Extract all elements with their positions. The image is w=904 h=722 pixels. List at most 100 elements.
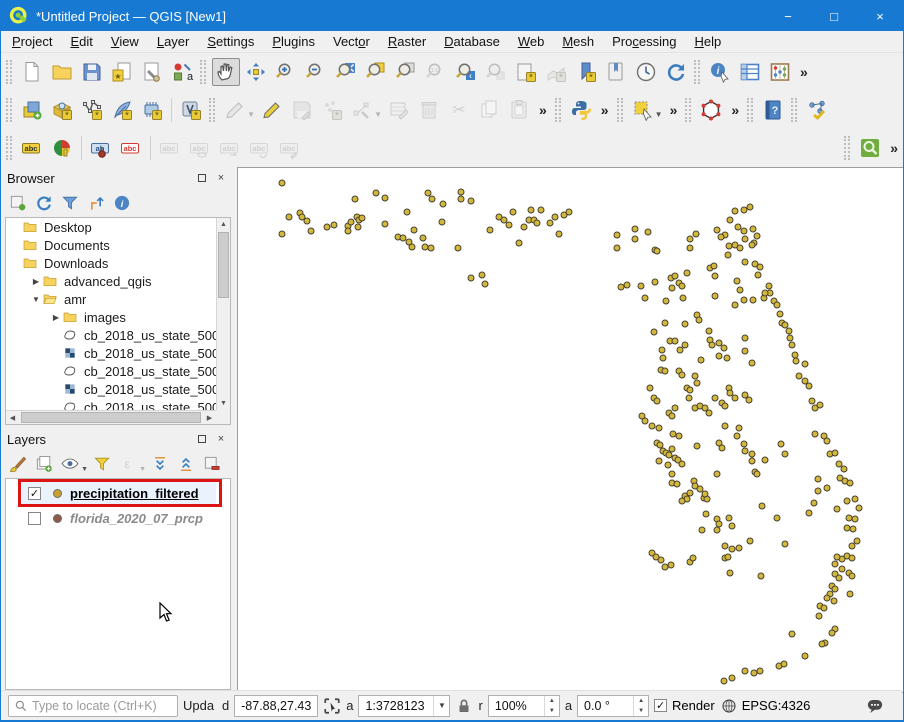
cut-features-button[interactable]: ✂ <box>445 96 473 124</box>
osm-place-search-button[interactable] <box>856 134 884 162</box>
toolbar-handle[interactable] <box>694 60 700 84</box>
scroll-right-icon[interactable]: ▶ <box>203 411 216 424</box>
data-source-manager-button[interactable] <box>18 96 46 124</box>
move-label-diagram-button[interactable]: abc <box>216 134 244 162</box>
browser-vertical-scrollbar[interactable]: ▲ ▼ <box>216 218 230 410</box>
messages-bubble-icon[interactable] <box>866 697 884 715</box>
toolbar-handle[interactable] <box>6 136 12 160</box>
scroll-up-icon[interactable]: ▲ <box>217 218 230 231</box>
show-spatial-bookmarks-button[interactable] <box>602 58 630 86</box>
toolbar-overflow-icon[interactable]: » <box>890 140 898 156</box>
delete-selected-button[interactable] <box>415 96 443 124</box>
menu-database[interactable]: Database <box>435 32 509 51</box>
collapse-all-browser-button[interactable] <box>84 191 108 215</box>
browser-item-downloads[interactable]: Downloads <box>6 254 216 272</box>
menu-layer[interactable]: Layer <box>148 32 199 51</box>
new-map-view-button[interactable]: * <box>512 58 540 86</box>
new-3d-map-view-button[interactable]: * <box>542 58 570 86</box>
browser-close-button[interactable]: × <box>213 171 229 185</box>
new-virtual-layer-button[interactable]: * <box>177 96 205 124</box>
toggle-editing-button[interactable] <box>258 96 286 124</box>
zoom-native-button[interactable]: 1:1 <box>422 58 450 86</box>
spin-up-icon[interactable]: ▲ <box>545 696 559 706</box>
render-checkbox[interactable]: ✓ Render <box>654 698 715 713</box>
zoom-in-button[interactable] <box>272 58 300 86</box>
toolbar-handle[interactable] <box>747 98 753 122</box>
browser-item-cb-2018-us-state-500k-shp[interactable]: cb_2018_us_state_500k.shp <box>6 326 216 344</box>
new-spatialite-layer-button[interactable]: * <box>108 96 136 124</box>
temporal-controller-button[interactable] <box>632 58 660 86</box>
open-layer-styling-button[interactable] <box>6 452 30 476</box>
browser-float-button[interactable] <box>194 171 210 185</box>
zoom-to-selection-button[interactable] <box>392 58 420 86</box>
map-canvas[interactable] <box>237 167 904 693</box>
expander-icon[interactable]: ▼ <box>30 295 42 304</box>
select-features-button[interactable]: ▼ <box>629 96 657 124</box>
chevron-down-icon[interactable]: ▼ <box>81 466 88 473</box>
rotate-label-button[interactable]: abc <box>246 134 274 162</box>
menu-processing[interactable]: Processing <box>603 32 685 51</box>
toolbar-handle[interactable] <box>6 60 12 84</box>
toggle-extents-icon[interactable] <box>323 697 341 715</box>
coordinate-input[interactable]: -87.88,27.43 <box>234 695 318 717</box>
new-project-button[interactable] <box>18 58 46 86</box>
save-layer-edits-button[interactable] <box>288 96 316 124</box>
browser-item-desktop[interactable]: Desktop <box>6 218 216 236</box>
current-edits-button[interactable]: ▼ <box>221 96 249 124</box>
magnifier-spinbox[interactable]: 100% ▲▼ <box>488 695 560 717</box>
layers-float-button[interactable] <box>194 432 210 446</box>
vertex-tool-button[interactable]: ▼ <box>348 96 376 124</box>
maximize-button[interactable]: □ <box>811 1 857 31</box>
locator-input[interactable] <box>32 699 162 713</box>
help-contents-button[interactable]: ? <box>759 96 787 124</box>
new-temporary-scratch-layer-button[interactable]: * <box>138 96 166 124</box>
menu-plugins[interactable]: Plugins <box>263 32 324 51</box>
menu-help[interactable]: Help <box>685 32 730 51</box>
layer-diagram-options-button[interactable] <box>48 134 76 162</box>
pin-unpin-labels-button[interactable]: ab <box>87 134 115 162</box>
check-geometries-button[interactable] <box>803 96 831 124</box>
scroll-thumb[interactable] <box>21 412 201 423</box>
toolbar-handle[interactable] <box>617 98 623 122</box>
change-label-properties-button[interactable]: abc <box>276 134 304 162</box>
spin-down-icon[interactable]: ▼ <box>545 706 559 716</box>
add-point-feature-button[interactable]: * <box>318 96 346 124</box>
toolbar-overflow-icon[interactable]: » <box>539 102 547 118</box>
toolbar-handle[interactable] <box>844 136 850 160</box>
style-manager-button[interactable]: a <box>168 58 196 86</box>
browser-item-images[interactable]: ▶images <box>6 308 216 326</box>
lock-scale-icon[interactable] <box>455 697 473 715</box>
rotation-spinbox[interactable]: 0.0 ° ▲▼ <box>577 695 649 717</box>
filter-legend-button[interactable] <box>90 452 114 476</box>
layers-close-button[interactable]: × <box>213 432 229 446</box>
browser-item-cb-2018-us-state-500k-shp-is[interactable]: cb_2018_us_state_500k.shp.is <box>6 380 216 398</box>
save-project-button[interactable] <box>78 58 106 86</box>
copy-features-button[interactable] <box>475 96 503 124</box>
toolbar-handle[interactable] <box>6 98 12 122</box>
locator-box[interactable] <box>8 695 178 717</box>
scroll-left-icon[interactable]: ◀ <box>6 411 19 424</box>
new-print-layout-button[interactable]: ★ <box>108 58 136 86</box>
expander-icon[interactable]: ▶ <box>30 277 42 286</box>
browser-item-cb-2018-us-state-500k-shp-i[interactable]: cb_2018_us_state_500k.shp.i <box>6 398 216 410</box>
browser-horizontal-scrollbar[interactable]: ◀ ▶ <box>6 410 216 424</box>
minimize-button[interactable]: − <box>765 1 811 31</box>
menu-edit[interactable]: Edit <box>61 32 101 51</box>
expander-icon[interactable]: ▶ <box>50 313 62 322</box>
scroll-thumb[interactable] <box>218 232 229 298</box>
open-attribute-table-button[interactable] <box>736 58 764 86</box>
add-selected-layers-button[interactable] <box>6 191 30 215</box>
filter-by-expression-button[interactable]: ε▼ <box>116 452 140 476</box>
chevron-down-icon[interactable]: ▼ <box>433 696 449 716</box>
browser-item-cb-2018-us-state-500k-shp-e[interactable]: cb_2018_us_state_500k.shp.e <box>6 362 216 380</box>
browser-item-amr[interactable]: ▼amr <box>6 290 216 308</box>
refresh-map-button[interactable] <box>662 58 690 86</box>
digitize-with-shape-button[interactable] <box>697 96 725 124</box>
zoom-last-button[interactable]: ‹ <box>452 58 480 86</box>
toolbar-overflow-icon[interactable]: » <box>731 102 739 118</box>
zoom-out-button[interactable] <box>302 58 330 86</box>
menu-raster[interactable]: Raster <box>379 32 435 51</box>
toolbar-overflow-icon[interactable]: » <box>800 64 808 80</box>
zoom-full-button[interactable] <box>332 58 360 86</box>
layer-labeling-options-button[interactable]: abc <box>18 134 46 162</box>
